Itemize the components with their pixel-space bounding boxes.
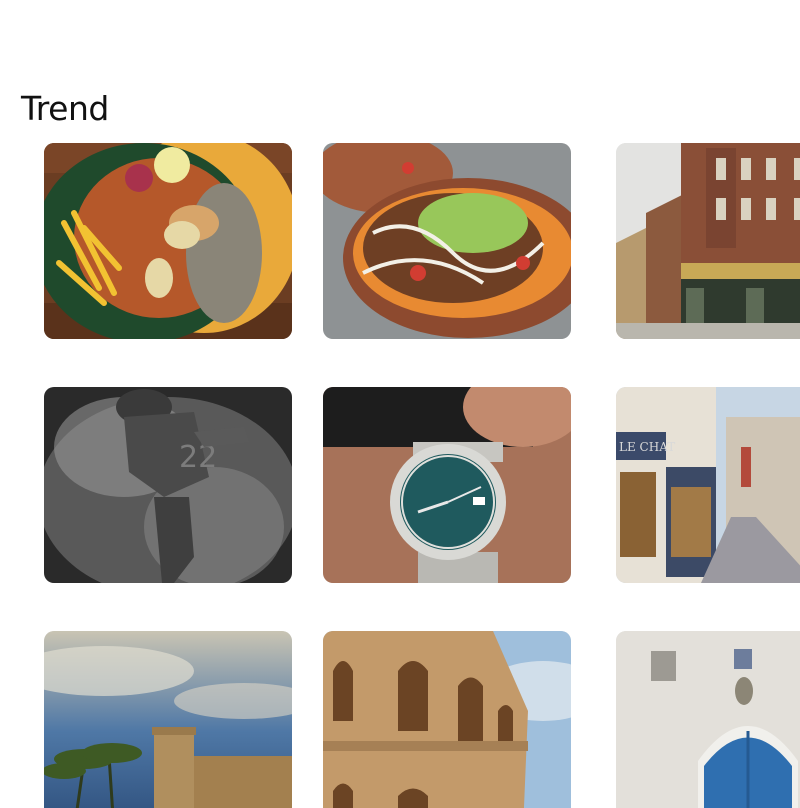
blue-door-image: [616, 631, 800, 808]
section-title-trend: Trend: [21, 89, 109, 128]
paris-street-image: LE CHAT: [616, 387, 800, 583]
trend-tile-sweet-potato[interactable]: [323, 143, 571, 339]
trend-tile-fortress[interactable]: [44, 631, 292, 808]
trend-tile-pub-street[interactable]: [616, 143, 800, 339]
fortress-image: [44, 631, 292, 808]
trend-tile-wristwatch[interactable]: [323, 387, 571, 583]
trend-page: Trend 22 LE CHAT: [0, 0, 800, 808]
trend-tile-amphitheatre[interactable]: [323, 631, 571, 808]
svg-text:LE CHAT: LE CHAT: [619, 440, 675, 454]
amphitheatre-image: [323, 631, 571, 808]
sweet-potato-image: [323, 143, 571, 339]
food-plate-image: [44, 143, 292, 339]
trend-tile-football-player[interactable]: 22: [44, 387, 292, 583]
pub-street-image: [616, 143, 800, 339]
wristwatch-image: [323, 387, 571, 583]
trend-tile-paris-street[interactable]: LE CHAT: [616, 387, 800, 583]
trend-tile-food-plate[interactable]: [44, 143, 292, 339]
trend-tile-blue-door[interactable]: [616, 631, 800, 808]
football-player-image: 22: [44, 387, 292, 583]
